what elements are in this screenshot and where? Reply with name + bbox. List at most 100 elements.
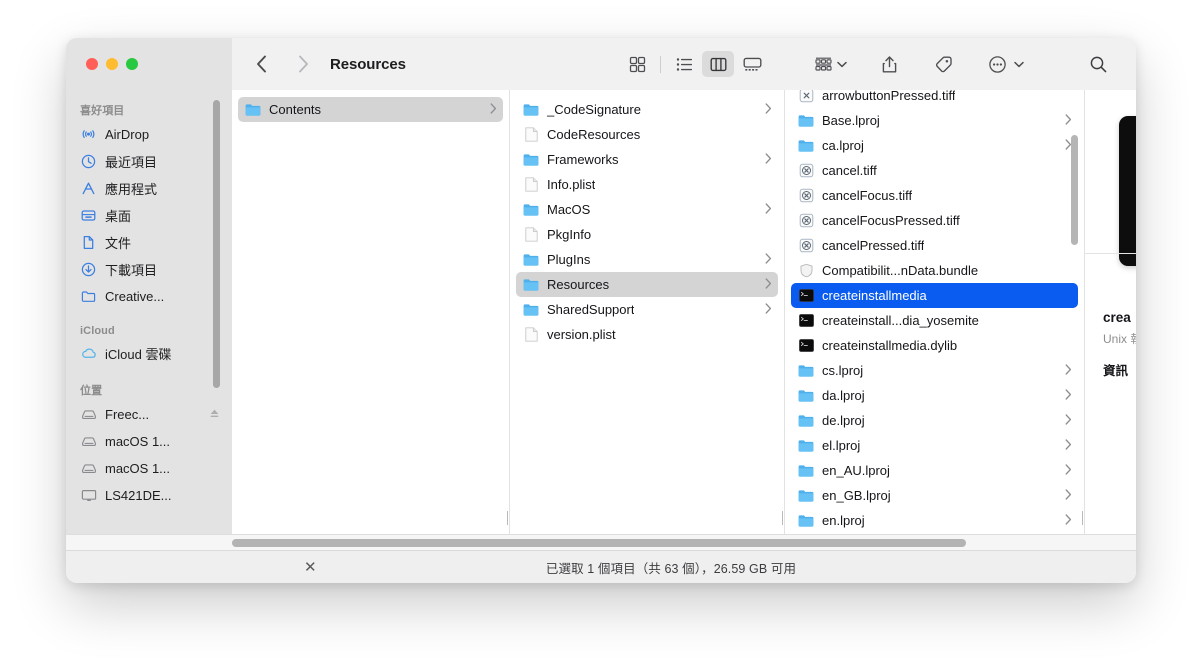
column-row-el-lproj[interactable]: el.lproj	[791, 433, 1078, 458]
column-row-en-au-lproj[interactable]: en_AU.lproj	[791, 458, 1078, 483]
sidebar-item-downloads[interactable]: 下載項目	[66, 256, 232, 283]
column-row-en-lproj[interactable]: en.lproj	[791, 508, 1078, 533]
eject-icon[interactable]	[209, 406, 220, 424]
folder-icon	[798, 413, 814, 429]
sidebar-item-airdrop[interactable]: AirDrop	[66, 121, 232, 148]
sidebar-group-favorites-title: 喜好項目	[66, 98, 232, 121]
sidebar-item-desktop[interactable]: 桌面	[66, 202, 232, 229]
column-row-createinstallmedia[interactable]: createinstallmedia	[791, 283, 1078, 308]
window-title: Resources	[330, 56, 406, 73]
back-button[interactable]	[248, 51, 274, 77]
column-row-createinstallmedia-yosemite[interactable]: createinstall...dia_yosemite	[791, 308, 1078, 333]
preview-title: crea	[1103, 310, 1136, 325]
tiff-icon	[798, 213, 814, 229]
sidebar-item-macos-drive-2[interactable]: macOS 1...	[66, 455, 232, 482]
more-actions-chevron-down-icon[interactable]	[1014, 55, 1024, 73]
folder-icon	[798, 363, 814, 379]
column-row-label: Resources	[547, 277, 609, 292]
column-row-contents[interactable]: Contents	[238, 97, 503, 122]
icon-view-button[interactable]	[621, 51, 653, 77]
preview-pane: crea Unix 執 資訊	[1085, 90, 1136, 534]
column-row-coderesources[interactable]: CodeResources	[516, 122, 778, 147]
column-row-arrowbuttonpressed[interactable]: arrowbuttonPressed.tiff	[791, 90, 1078, 108]
folder-icon	[798, 463, 814, 479]
preview-divider	[1085, 253, 1136, 254]
chevron-right-icon	[765, 151, 772, 169]
column-row-label: CodeResources	[547, 127, 640, 142]
horizontal-scrollbar-thumb[interactable]	[232, 539, 966, 547]
sidebar-item-label: macOS 1...	[105, 461, 170, 476]
sidebar-item-creative[interactable]: Creative...	[66, 283, 232, 310]
folder-icon	[245, 102, 261, 118]
sidebar-scrollbar[interactable]	[213, 100, 220, 388]
column-row-createinstallmedia-dylib[interactable]: createinstallmedia.dylib	[791, 333, 1078, 358]
column-row-da-lproj[interactable]: da.lproj	[791, 383, 1078, 408]
column-row-label: createinstall...dia_yosemite	[822, 313, 979, 328]
close-icon[interactable]: ✕	[304, 560, 317, 575]
column-row-resources[interactable]: Resources	[516, 272, 778, 297]
column-row-plugins[interactable]: PlugIns	[516, 247, 778, 272]
sidebar-item-documents[interactable]: 文件	[66, 229, 232, 256]
column-row-macos[interactable]: MacOS	[516, 197, 778, 222]
sidebar-item-macos-drive-1[interactable]: macOS 1...	[66, 428, 232, 455]
column-row-info-plist[interactable]: Info.plist	[516, 172, 778, 197]
column-row-cancelfocuspressed-tiff[interactable]: cancelFocusPressed.tiff	[791, 208, 1078, 233]
column-browser: Contents _CodeSignature	[232, 90, 1136, 534]
unix-exec-icon	[798, 288, 814, 304]
group-by-chevron-down-icon[interactable]	[837, 55, 847, 73]
share-button[interactable]	[873, 51, 905, 77]
horizontal-scrollbar-track[interactable]	[232, 539, 1132, 547]
sidebar-item-label: 應用程式	[105, 179, 157, 198]
toolbar: Resources	[232, 38, 1136, 90]
gallery-view-button[interactable]	[736, 51, 768, 77]
drive-icon	[80, 406, 97, 423]
column-row-cs-lproj[interactable]: cs.lproj	[791, 358, 1078, 383]
column-view-button[interactable]	[702, 51, 734, 77]
column-row-en-gb-lproj[interactable]: en_GB.lproj	[791, 483, 1078, 508]
column-row-label: cancelFocus.tiff	[822, 188, 912, 203]
group-by-button[interactable]	[810, 51, 836, 77]
column-row-cancel-tiff[interactable]: cancel.tiff	[791, 158, 1078, 183]
column-row-de-lproj[interactable]: de.lproj	[791, 408, 1078, 433]
column-row-compatibility-bundle[interactable]: Compatibilit...nData.bundle	[791, 258, 1078, 283]
column-row-label: cancelFocusPressed.tiff	[822, 213, 960, 228]
close-window-button[interactable]	[86, 58, 98, 70]
column-3: arrowbuttonPressed.tiff Base.lproj	[785, 90, 1085, 534]
file-icon	[523, 227, 539, 243]
column-row-pkginfo[interactable]: PkgInfo	[516, 222, 778, 247]
chevron-right-icon	[1065, 437, 1072, 455]
tag-button[interactable]	[927, 51, 959, 77]
column-row-label: el.lproj	[822, 438, 860, 453]
folder-icon	[80, 288, 97, 305]
column-row-frameworks[interactable]: Frameworks	[516, 147, 778, 172]
column-row-sharedsupport[interactable]: SharedSupport	[516, 297, 778, 322]
folder-icon	[798, 113, 814, 129]
search-button[interactable]	[1082, 51, 1114, 77]
chevron-right-icon	[1065, 112, 1072, 130]
sidebar-item-recents[interactable]: 最近項目	[66, 148, 232, 175]
forward-button[interactable]	[290, 51, 316, 77]
folder-icon	[523, 302, 539, 318]
column-row-cancelfocus-tiff[interactable]: cancelFocus.tiff	[791, 183, 1078, 208]
sidebar-item-icloud-drive[interactable]: iCloud 雲碟	[66, 340, 232, 367]
column-row-label: en_AU.lproj	[822, 463, 890, 478]
sidebar-item-applications[interactable]: 應用程式	[66, 175, 232, 202]
column-row-base-lproj[interactable]: Base.lproj	[791, 108, 1078, 133]
column-row-codesignature[interactable]: _CodeSignature	[516, 97, 778, 122]
column-row-ca-lproj[interactable]: ca.lproj	[791, 133, 1078, 158]
more-actions-button[interactable]	[981, 51, 1013, 77]
sidebar-item-label: AirDrop	[105, 127, 149, 142]
column-row-label: MacOS	[547, 202, 590, 217]
column-row-label: en.lproj	[822, 513, 865, 528]
sidebar-item-freec-drive[interactable]: Freec...	[66, 401, 232, 428]
column-row-cancelpressed-tiff[interactable]: cancelPressed.tiff	[791, 233, 1078, 258]
column-2: _CodeSignature CodeResources Frameworks	[510, 90, 785, 534]
zoom-window-button[interactable]	[126, 58, 138, 70]
column-3-scrollbar[interactable]	[1071, 135, 1078, 245]
tiff-icon	[798, 238, 814, 254]
column-row-version-plist[interactable]: version.plist	[516, 322, 778, 347]
minimize-window-button[interactable]	[106, 58, 118, 70]
list-view-button[interactable]	[668, 51, 700, 77]
sidebar-item-ls421de[interactable]: LS421DE...	[66, 482, 232, 509]
folder-icon	[523, 102, 539, 118]
